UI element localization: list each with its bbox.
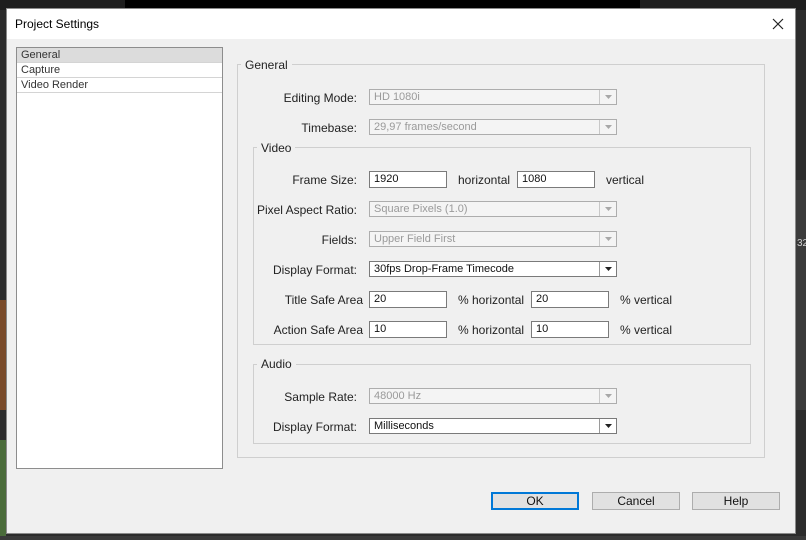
action-safe-horizontal-input[interactable]: 10 [369,321,447,338]
timebase-label: Timebase: [301,121,357,135]
audio-section-title: Audio [257,357,296,371]
audio-display-format-label: Display Format: [272,420,357,434]
pixel-aspect-ratio-label: Pixel Aspect Ratio: [256,203,357,217]
general-section-title: General [241,58,292,72]
timebase-select[interactable]: 29,97 frames/second [369,119,617,135]
title-safe-vertical-input[interactable]: 20 [531,291,609,308]
pixel-aspect-ratio-select[interactable]: Square Pixels (1.0) [369,201,617,217]
background-app-bar [125,0,640,8]
sample-rate-select[interactable]: 48000 Hz [369,388,617,404]
chevron-down-icon [599,202,616,216]
dialog-title: Project Settings [15,17,100,31]
help-button[interactable]: Help [692,492,780,510]
frame-width-unit: horizontal [458,173,511,187]
video-display-format-value: 30fps Drop-Frame Timecode [374,263,514,275]
frame-height-unit: vertical [606,173,645,187]
background-timeline-ruler [796,180,806,410]
chevron-down-icon [599,120,616,134]
editing-mode-value: HD 1080i [374,91,420,103]
audio-display-format-value: Milliseconds [374,420,434,432]
frame-height-input[interactable]: 1080 [517,171,595,188]
close-button[interactable] [767,13,789,35]
video-display-format-label: Display Format: [272,263,357,277]
settings-category-list[interactable]: General Capture Video Render [16,47,223,469]
audio-display-format-select[interactable]: Milliseconds [369,418,617,434]
title-safe-area-label: Title Safe Area [284,293,363,307]
frame-size-label: Frame Size: [292,173,357,187]
close-icon [772,18,784,30]
background-app-footer [0,536,806,540]
frame-width-input[interactable]: 1920 [369,171,447,188]
title-safe-horizontal-unit: % horizontal [458,293,525,307]
chevron-down-icon [599,90,616,104]
title-safe-vertical-unit: % vertical [620,293,673,307]
pixel-aspect-ratio-value: Square Pixels (1.0) [374,203,468,215]
video-display-format-select[interactable]: 30fps Drop-Frame Timecode [369,261,617,277]
background-ruler-number: 32 [797,238,806,249]
action-safe-vertical-unit: % vertical [620,323,673,337]
nav-item-general[interactable]: General [17,48,222,63]
dialog-titlebar[interactable]: Project Settings [7,9,795,39]
sample-rate-value: 48000 Hz [374,390,422,402]
cancel-button[interactable]: Cancel [592,492,680,510]
action-safe-area-label: Action Safe Area [273,323,363,337]
nav-item-capture[interactable]: Capture [17,63,222,78]
chevron-down-icon [599,232,616,246]
title-safe-horizontal-input[interactable]: 20 [369,291,447,308]
editing-mode-select[interactable]: HD 1080i [369,89,617,105]
fields-value: Upper Field First [374,233,456,245]
fields-select[interactable]: Upper Field First [369,231,617,247]
sample-rate-label: Sample Rate: [284,390,357,404]
video-section-title: Video [257,141,296,155]
ok-button[interactable]: OK [491,492,579,510]
action-safe-horizontal-unit: % horizontal [458,323,525,337]
chevron-down-icon [599,262,616,276]
timebase-value: 29,97 frames/second [374,121,477,133]
action-safe-vertical-input[interactable]: 10 [531,321,609,338]
editing-mode-label: Editing Mode: [283,91,357,105]
fields-label: Fields: [321,233,357,247]
chevron-down-icon [599,419,616,433]
chevron-down-icon [599,389,616,403]
